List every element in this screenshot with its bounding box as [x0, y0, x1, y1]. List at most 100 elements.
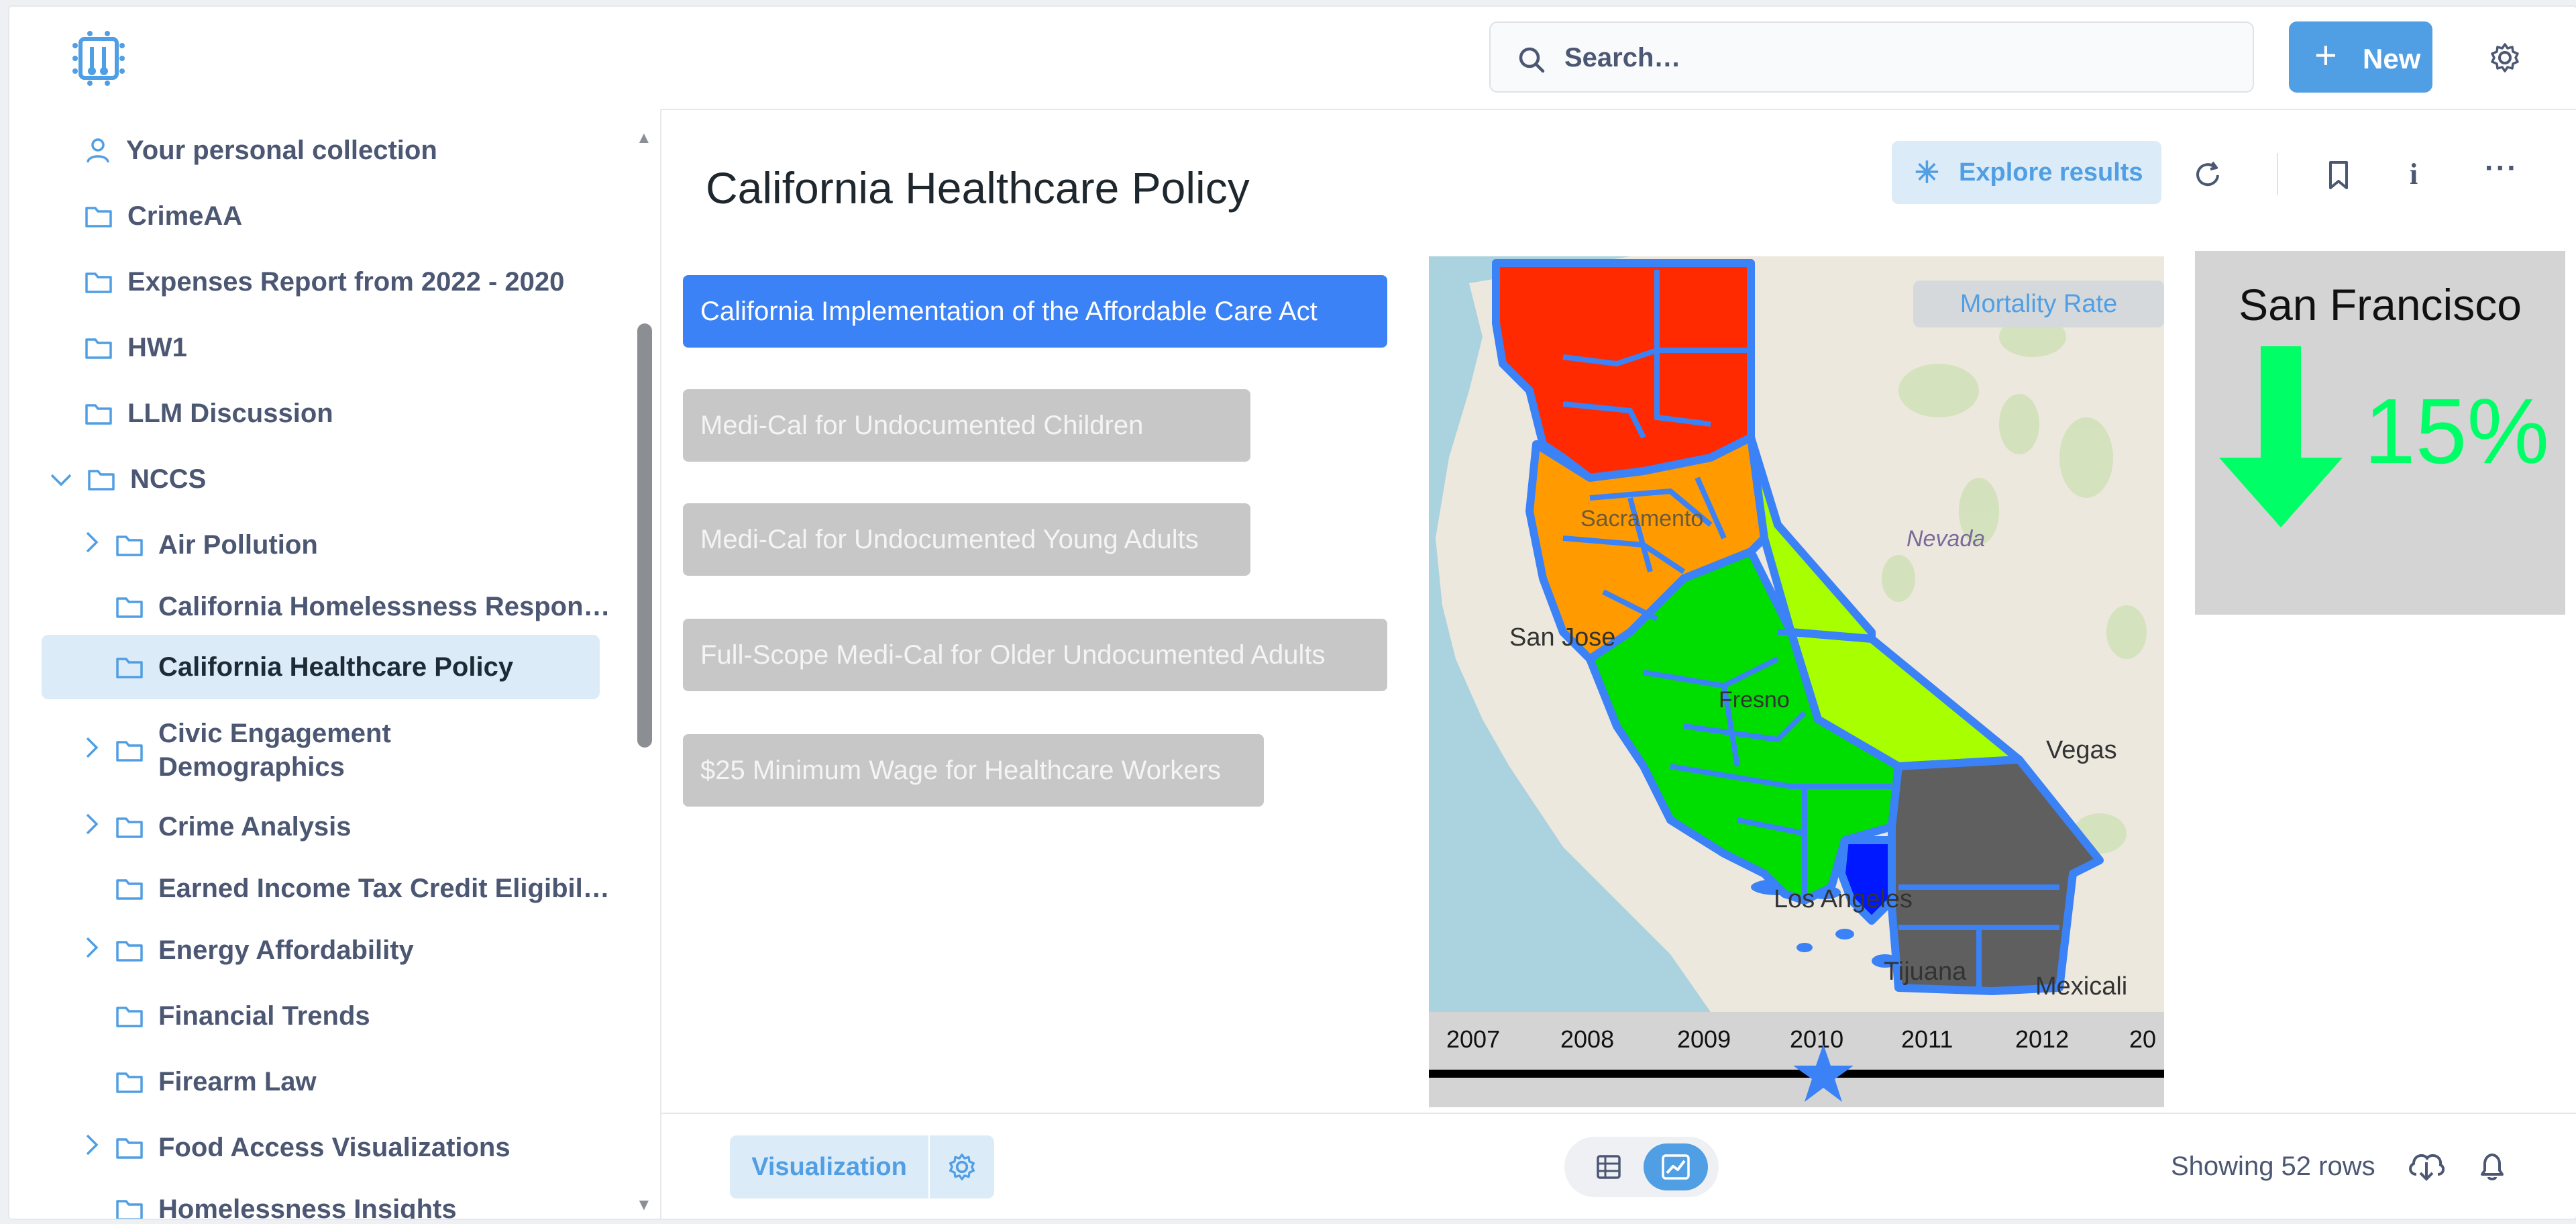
folder-icon — [116, 536, 143, 556]
map-label-san-jose: San Jose — [1509, 623, 1615, 652]
download-icon[interactable] — [2407, 1148, 2446, 1186]
chevron-right-icon[interactable] — [85, 531, 109, 560]
california-map[interactable]: Nevada San Jose Vegas Fresno Los Angeles… — [1429, 256, 2164, 1107]
refresh-icon[interactable] — [2192, 160, 2223, 194]
folder-icon — [116, 879, 143, 900]
bookmark-icon[interactable] — [2326, 160, 2351, 194]
timeline-year[interactable]: 2008 — [1560, 1025, 1614, 1054]
new-button-label: New — [2363, 43, 2421, 74]
timeline-year[interactable]: 2009 — [1677, 1025, 1731, 1054]
chevron-right-icon[interactable] — [85, 936, 109, 965]
sidebar-item-label: California Healthcare Policy — [158, 652, 514, 682]
sidebar-item-civic-engagement[interactable]: Civic Engagement Demographics — [85, 713, 391, 788]
sidebar-item-hw1[interactable]: HW1 — [85, 321, 187, 374]
sidebar-item-homelessness-insights[interactable]: Homelessness Insights — [115, 1182, 457, 1219]
sidebar-item-label: California Homelessness Respons… — [158, 591, 612, 621]
timeline-year[interactable]: 2012 — [2015, 1025, 2069, 1054]
chevron-right-icon[interactable] — [85, 813, 109, 842]
explore-results-button[interactable]: ✳ Explore results — [1892, 141, 2161, 204]
sidebar-item-label: Energy Affordability — [158, 935, 414, 965]
new-button[interactable]: + New — [2289, 21, 2432, 93]
sidebar-item-eitc-eligibility[interactable]: Earned Income Tax Credit Eligibili… — [115, 862, 612, 915]
settings-gear-icon[interactable] — [2489, 42, 2521, 77]
timeline-year[interactable]: 2011 — [1901, 1025, 1953, 1054]
arrow-down-icon — [2219, 346, 2343, 527]
search-icon — [1519, 47, 1545, 73]
search-input[interactable]: Search… — [1489, 21, 2254, 93]
footer-bar: Visualization Showing 52 rows — [661, 1113, 2576, 1219]
sidebar-item-label: Homelessness Insights — [158, 1194, 457, 1219]
table-view-icon[interactable] — [1576, 1143, 1641, 1190]
more-options-icon[interactable]: ··· — [2485, 152, 2518, 185]
toolbar-divider — [2277, 153, 2278, 195]
sidebar-item-crimeaa[interactable]: CrimeAA — [85, 189, 242, 243]
chevron-down-icon[interactable] — [50, 465, 74, 493]
page-title: California Healthcare Policy — [706, 163, 1250, 213]
map-label-nevada: Nevada — [1907, 526, 1985, 552]
sidebar-item-nccs[interactable]: NCCS — [50, 452, 206, 506]
policy-button-label: $25 Minimum Wage for Healthcare Workers — [700, 755, 1221, 785]
city-stat-card: San Francisco 15% — [2195, 251, 2565, 615]
sidebar-item-food-access[interactable]: Food Access Visualizations — [85, 1121, 511, 1174]
policy-button-label: California Implementation of the Afforda… — [700, 296, 1318, 326]
map-label-sacramento: Sacramento — [1580, 506, 1703, 531]
visualization-settings-icon[interactable] — [930, 1135, 994, 1198]
sidebar-item-expenses-report[interactable]: Expenses Report from 2022 - 2020 — [85, 255, 564, 309]
sidebar-item-label: Food Access Visualizations — [158, 1132, 511, 1162]
folder-icon — [85, 272, 112, 293]
policy-button-medi-cal-young-adults[interactable]: Medi-Cal for Undocumented Young Adults — [683, 503, 1250, 576]
row-count: Showing 52 rows — [2171, 1152, 2375, 1181]
visualization-button[interactable]: Visualization — [730, 1135, 928, 1198]
timeline-year[interactable]: 20 — [2129, 1025, 2156, 1054]
sidebar-item-crime-analysis[interactable]: Crime Analysis — [85, 800, 352, 854]
sidebar-item-energy-affordability[interactable]: Energy Affordability — [85, 923, 414, 977]
info-icon[interactable]: i — [2410, 157, 2418, 191]
policy-button-minimum-wage[interactable]: $25 Minimum Wage for Healthcare Workers — [683, 734, 1264, 807]
policy-button-aca[interactable]: California Implementation of the Afforda… — [683, 275, 1387, 348]
mortality-rate-badge[interactable]: Mortality Rate — [1913, 280, 2164, 327]
sidebar-item-llm-discussion[interactable]: LLM Discussion — [85, 387, 333, 440]
map-canvas: Nevada San Jose Vegas Fresno Los Angeles… — [1429, 256, 2164, 1012]
policy-button-medi-cal-older-adults[interactable]: Full-Scope Medi-Cal for Older Undocument… — [683, 619, 1387, 691]
map-label-mexicali: Mexicali — [2035, 972, 2127, 1001]
sidebar-item-california-healthcare-policy[interactable]: California Healthcare Policy — [42, 635, 600, 699]
logo-icon[interactable] — [71, 31, 126, 86]
folder-icon — [85, 338, 112, 359]
chevron-right-icon[interactable] — [85, 736, 109, 765]
timeline-year[interactable]: 2007 — [1446, 1025, 1500, 1054]
explore-results-label: Explore results — [1959, 158, 2143, 187]
sidebar-item-label: Civic Engagement — [158, 719, 391, 748]
scroll-up-icon[interactable]: ▲ — [636, 129, 652, 148]
sidebar-item-label: Your personal collection — [126, 135, 437, 165]
search-placeholder: Search… — [1564, 43, 1681, 72]
sidebar-item-label: Earned Income Tax Credit Eligibili… — [158, 873, 612, 903]
sidebar-item-personal-collection[interactable]: Your personal collection — [85, 123, 437, 177]
map-label-fresno: Fresno — [1719, 687, 1790, 713]
sidebar-item-financial-trends[interactable]: Financial Trends — [115, 989, 370, 1043]
sidebar-item-label: HW1 — [127, 332, 187, 362]
view-toggle[interactable] — [1564, 1137, 1719, 1197]
sidebar-item-firearm-law[interactable]: Firearm Law — [115, 1055, 317, 1109]
folder-icon — [116, 597, 143, 618]
notification-bell-icon[interactable] — [2475, 1149, 2509, 1186]
map-label-los-angeles: Los Angeles — [1774, 885, 1913, 913]
timeline-star-handle[interactable] — [1791, 1043, 1856, 1105]
folder-icon — [116, 1007, 143, 1027]
sidebar-scrollbar[interactable]: ▲ ▼ — [633, 129, 653, 1214]
folder-icon — [116, 741, 143, 762]
timeline-slider[interactable]: 2007 2008 2009 2010 2011 2012 20 — [1429, 1012, 2164, 1107]
stat-change: 15% — [2364, 380, 2550, 483]
policy-button-label: Medi-Cal for Undocumented Young Adults — [700, 524, 1199, 554]
folder-icon — [116, 1200, 143, 1219]
scroll-down-icon[interactable]: ▼ — [636, 1196, 652, 1215]
chevron-right-icon[interactable] — [85, 1133, 109, 1162]
sidebar-item-california-homelessness[interactable]: California Homelessness Respons… — [115, 580, 612, 633]
chart-view-icon[interactable] — [1644, 1143, 1708, 1190]
scrollbar-thumb[interactable] — [637, 323, 652, 748]
sidebar-item-air-pollution[interactable]: Air Pollution — [85, 518, 318, 572]
folder-icon — [116, 1072, 143, 1093]
policy-button-medi-cal-children[interactable]: Medi-Cal for Undocumented Children — [683, 389, 1250, 462]
folder-icon — [116, 817, 143, 838]
folder-icon — [116, 1138, 143, 1159]
sidebar-item-label: Crime Analysis — [158, 811, 352, 842]
